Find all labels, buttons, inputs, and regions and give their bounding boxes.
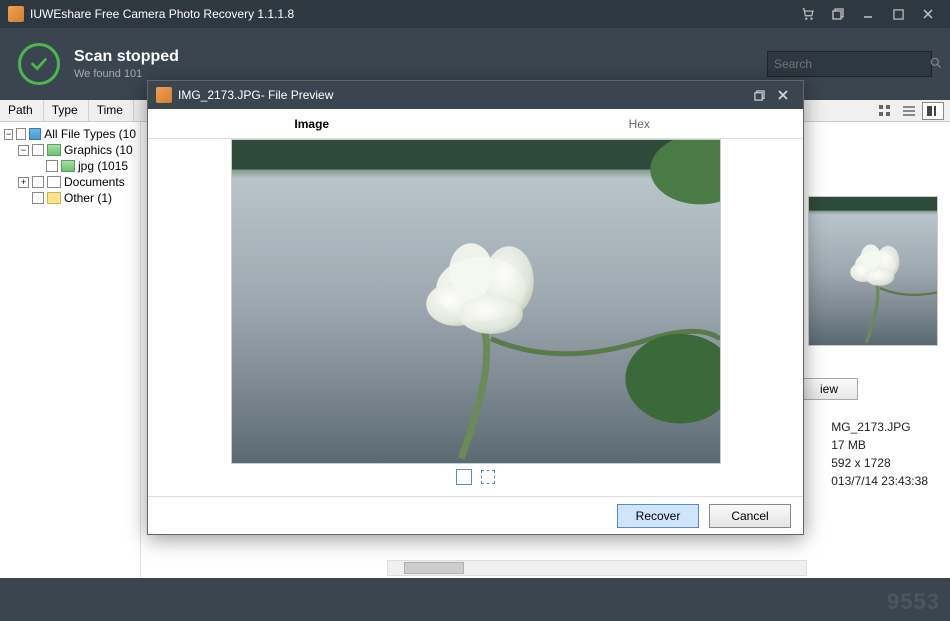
search-box[interactable] (767, 51, 932, 77)
collapse-icon[interactable]: − (4, 129, 13, 140)
checkbox[interactable] (32, 144, 44, 156)
window-titlebar: IUWEshare Free Camera Photo Recovery 1.1… (0, 0, 950, 28)
dialog-titlebar: IMG_2173.JPG- File Preview (148, 81, 803, 109)
scrollbar-thumb[interactable] (404, 562, 464, 574)
dialog-restore-button[interactable] (747, 85, 771, 105)
col-path[interactable]: Path (0, 100, 44, 121)
checkbox[interactable] (32, 192, 44, 204)
tab-image[interactable]: Image (148, 109, 476, 138)
cancel-button[interactable]: Cancel (709, 504, 791, 528)
tree-label: Documents (64, 175, 125, 189)
dialog-close-button[interactable] (771, 85, 795, 105)
thumbnail[interactable] (808, 196, 938, 346)
tree-label: All File Types (10 (44, 127, 136, 141)
app-icon (8, 6, 24, 22)
minimize-button[interactable] (854, 4, 882, 24)
tree-graphics[interactable]: − Graphics (10 (18, 142, 136, 158)
view-detail-icon[interactable] (922, 102, 944, 120)
meta-dimensions: 592 x 1728 (831, 454, 928, 472)
picture-icon (61, 160, 75, 172)
file-metadata: MG_2173.JPG 17 MB 592 x 1728 013/7/14 23… (831, 418, 928, 490)
horizontal-scrollbar[interactable] (387, 560, 807, 576)
preview-button[interactable]: iew (800, 378, 858, 400)
folder-icon (47, 192, 61, 204)
meta-date: 013/7/14 23:43:38 (831, 472, 928, 490)
status-title: Scan stopped (74, 48, 767, 66)
app-icon (156, 87, 172, 103)
status-subtitle: We found 101 (74, 68, 767, 80)
view-list-icon[interactable] (898, 102, 920, 120)
checkbox[interactable] (32, 176, 44, 188)
cart-icon[interactable] (794, 4, 822, 24)
tree-all-types[interactable]: − All File Types (10 (4, 126, 136, 142)
search-input[interactable] (774, 57, 929, 71)
meta-size: 17 MB (831, 436, 928, 454)
monitor-icon (29, 128, 41, 140)
actual-size-icon[interactable] (480, 469, 496, 485)
document-icon (47, 176, 61, 188)
tree-jpg[interactable]: jpg (1015 (32, 158, 136, 174)
window-title: IUWEshare Free Camera Photo Recovery 1.1… (30, 7, 794, 21)
tab-hex[interactable]: Hex (476, 109, 804, 138)
dialog-tabs: Image Hex (148, 109, 803, 139)
col-time[interactable]: Time (89, 100, 134, 121)
search-icon[interactable] (929, 56, 943, 73)
checkbox[interactable] (16, 128, 26, 140)
col-type[interactable]: Type (44, 100, 89, 121)
fit-icon[interactable] (456, 469, 472, 485)
maximize-button[interactable] (884, 4, 912, 24)
close-button[interactable] (914, 4, 942, 24)
meta-filename: MG_2173.JPG (831, 418, 928, 436)
tree-label: Graphics (10 (64, 143, 133, 157)
preview-image (231, 139, 721, 464)
restore-icon[interactable] (824, 4, 852, 24)
view-grid-icon[interactable] (874, 102, 896, 120)
dialog-title: IMG_2173.JPG- File Preview (178, 88, 747, 102)
collapse-icon[interactable]: − (18, 145, 29, 156)
expand-icon[interactable]: + (18, 177, 29, 188)
file-tree: − All File Types (10 − Graphics (10 jpg … (0, 122, 141, 578)
preview-dialog: IMG_2173.JPG- File Preview Image Hex (147, 80, 804, 535)
tree-documents[interactable]: + Documents (18, 174, 136, 190)
tree-label: Other (1) (64, 191, 112, 205)
picture-icon (47, 144, 61, 156)
watermark: 9553 (887, 589, 940, 615)
tree-other[interactable]: Other (1) (18, 190, 136, 206)
status-success-icon (18, 43, 60, 85)
recover-button[interactable]: Recover (617, 504, 699, 528)
tree-label: jpg (1015 (78, 159, 128, 173)
footer: 9553 (0, 578, 950, 621)
checkbox[interactable] (46, 160, 58, 172)
